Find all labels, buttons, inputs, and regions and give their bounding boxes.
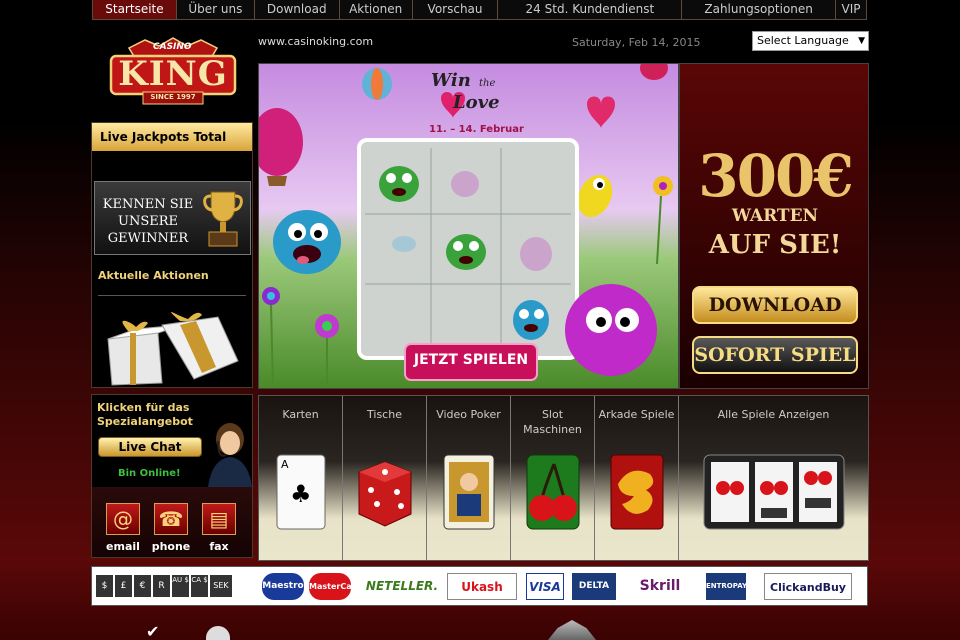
category-label: Karten xyxy=(282,408,319,421)
banner-dates: 11. – 14. Februar xyxy=(429,124,524,135)
category-label: Video Poker xyxy=(436,408,501,421)
language-select-value: Select Language xyxy=(757,34,849,47)
contact-panel: Klicken für das Spezialangebot Live Chat… xyxy=(91,394,253,558)
crest-icon xyxy=(548,620,596,640)
payment-methods-bar: $ £ € R AU $ CA $ SEK Maestro MasterCard… xyxy=(91,566,868,606)
winners-banner[interactable]: KENNEN SIE UNSERE GEWINNER xyxy=(94,181,251,255)
promo-banner[interactable]: Win the Love 11. – 14. Februar JETZT SPI… xyxy=(258,63,679,389)
logo-casino-text: CASINO xyxy=(153,42,192,52)
cherries-icon xyxy=(526,454,579,530)
category-label: Slot Maschinen xyxy=(523,408,582,436)
category-alle-spiele[interactable]: Alle Spiele Anzeigen xyxy=(679,396,868,560)
category-label: Arkade Spiele xyxy=(598,408,675,421)
left-panel: Live Jackpots Total KENNEN SIE UNSERE GE… xyxy=(91,122,253,388)
svg-text:A: A xyxy=(281,458,289,471)
mastercard-logo: MasterCard xyxy=(309,573,361,600)
top-nav: Startseite Über uns Download Aktionen Vo… xyxy=(92,0,867,20)
nav-vip[interactable]: VIP xyxy=(836,0,866,19)
bonus-line1: WARTEN xyxy=(731,206,819,226)
language-select[interactable]: Select Language ▼ xyxy=(752,31,869,51)
nav-kundendienst[interactable]: 24 Std. Kundendienst xyxy=(498,0,683,19)
neteller-logo: NETELLER. xyxy=(365,579,439,593)
currency-eur: € xyxy=(134,575,151,597)
playing-card-icon: A ♣ xyxy=(276,454,325,530)
phone-icon[interactable]: ☎ xyxy=(154,503,188,535)
currency-list: $ £ € R AU $ CA $ SEK xyxy=(96,575,232,597)
arcade-dragon-icon xyxy=(610,454,663,530)
jetzt-spielen-button[interactable]: JETZT SPIELEN xyxy=(405,352,537,368)
visa-delta-logo: DELTA xyxy=(572,573,616,600)
logo-since-text: SINCE 1997 xyxy=(150,93,196,101)
jackpot-ticker xyxy=(92,151,252,179)
casino-king-logo[interactable]: CASINO KING SINCE 1997 xyxy=(107,36,239,106)
current-date: Saturday, Feb 14, 2015 xyxy=(572,36,701,49)
slot-machine-icon xyxy=(703,454,844,530)
currency-cad: CA $ xyxy=(191,575,208,597)
bonus-amount: 300€ xyxy=(698,142,853,210)
visa-logo: VISA xyxy=(526,573,564,600)
site-url[interactable]: www.casinoking.com xyxy=(258,35,373,48)
game-categories: Karten A ♣ Tische Video Poker Slot Masch… xyxy=(258,395,869,561)
skrill-logo: Skrill xyxy=(639,578,681,594)
nav-zahlungsoptionen[interactable]: Zahlungsoptionen xyxy=(682,0,837,19)
svg-text:♣: ♣ xyxy=(290,480,312,508)
currency-sek: SEK xyxy=(210,575,232,597)
currency-usd: $ xyxy=(96,575,113,597)
nav-aktionen[interactable]: Aktionen xyxy=(340,0,413,19)
clickandbuy-logo: ClickandBuy xyxy=(764,573,852,600)
nav-vorschau[interactable]: Vorschau xyxy=(413,0,499,19)
logo-king-text: KING xyxy=(118,54,228,94)
live-jackpots-header[interactable]: Live Jackpots Total xyxy=(92,123,252,151)
category-arkade-spiele[interactable]: Arkade Spiele xyxy=(595,396,679,560)
online-status: Bin Online! xyxy=(118,468,181,479)
phone-label[interactable]: phone xyxy=(151,540,191,553)
category-karten[interactable]: Karten A ♣ xyxy=(259,396,343,560)
category-video-poker[interactable]: Video Poker xyxy=(427,396,511,560)
bonus-line2: AUF SIE! xyxy=(708,230,842,260)
email-icon[interactable]: @ xyxy=(106,503,140,535)
checkmark-icon: ✔ xyxy=(146,622,160,640)
fax-icon[interactable]: ▤ xyxy=(202,503,236,535)
special-offer-text[interactable]: Klicken für das Spezialangebot xyxy=(97,401,207,429)
maestro-logo: Maestro xyxy=(262,573,304,600)
email-label[interactable]: email xyxy=(103,540,143,553)
sofort-spiel-button[interactable]: SOFORT SPIEL xyxy=(692,336,858,374)
banner-title-win: Win xyxy=(431,70,471,91)
dice-icon xyxy=(358,461,411,527)
category-label: Alle Spiele Anzeigen xyxy=(717,408,830,421)
support-agent-image xyxy=(208,423,252,487)
chevron-down-icon: ▼ xyxy=(858,36,865,46)
entropay-logo: ENTROPAY xyxy=(706,573,747,600)
live-chat-button[interactable]: Live Chat xyxy=(98,437,202,457)
nav-startseite[interactable]: Startseite xyxy=(93,0,177,19)
bonus-panel: 300€ WARTEN AUF SIE! DOWNLOAD SOFORT SPI… xyxy=(679,63,869,389)
category-label: Tische xyxy=(367,408,402,421)
fax-label[interactable]: fax xyxy=(199,540,239,553)
banner-title-the: the xyxy=(479,78,496,89)
nav-ueber-uns[interactable]: Über uns xyxy=(177,0,255,19)
banner-title-love: Love xyxy=(453,92,500,113)
aktuelle-aktionen-label[interactable]: Aktuelle Aktionen xyxy=(98,269,209,282)
currency-zar: R xyxy=(153,575,170,597)
category-tische[interactable]: Tische xyxy=(343,396,427,560)
ukash-logo: Ukash xyxy=(447,573,517,600)
trophy-icon xyxy=(203,191,243,247)
currency-gbp: £ xyxy=(115,575,132,597)
seal-icon xyxy=(206,626,230,640)
nav-download[interactable]: Download xyxy=(255,0,340,19)
winners-text: KENNEN SIE UNSERE GEWINNER xyxy=(102,197,194,246)
category-slot-maschinen[interactable]: Slot Maschinen xyxy=(511,396,595,560)
gift-boxes-image[interactable] xyxy=(106,309,242,387)
currency-aud: AU $ xyxy=(172,575,189,597)
download-button[interactable]: DOWNLOAD xyxy=(692,286,858,324)
divider xyxy=(98,295,246,296)
king-card-icon xyxy=(443,454,494,530)
